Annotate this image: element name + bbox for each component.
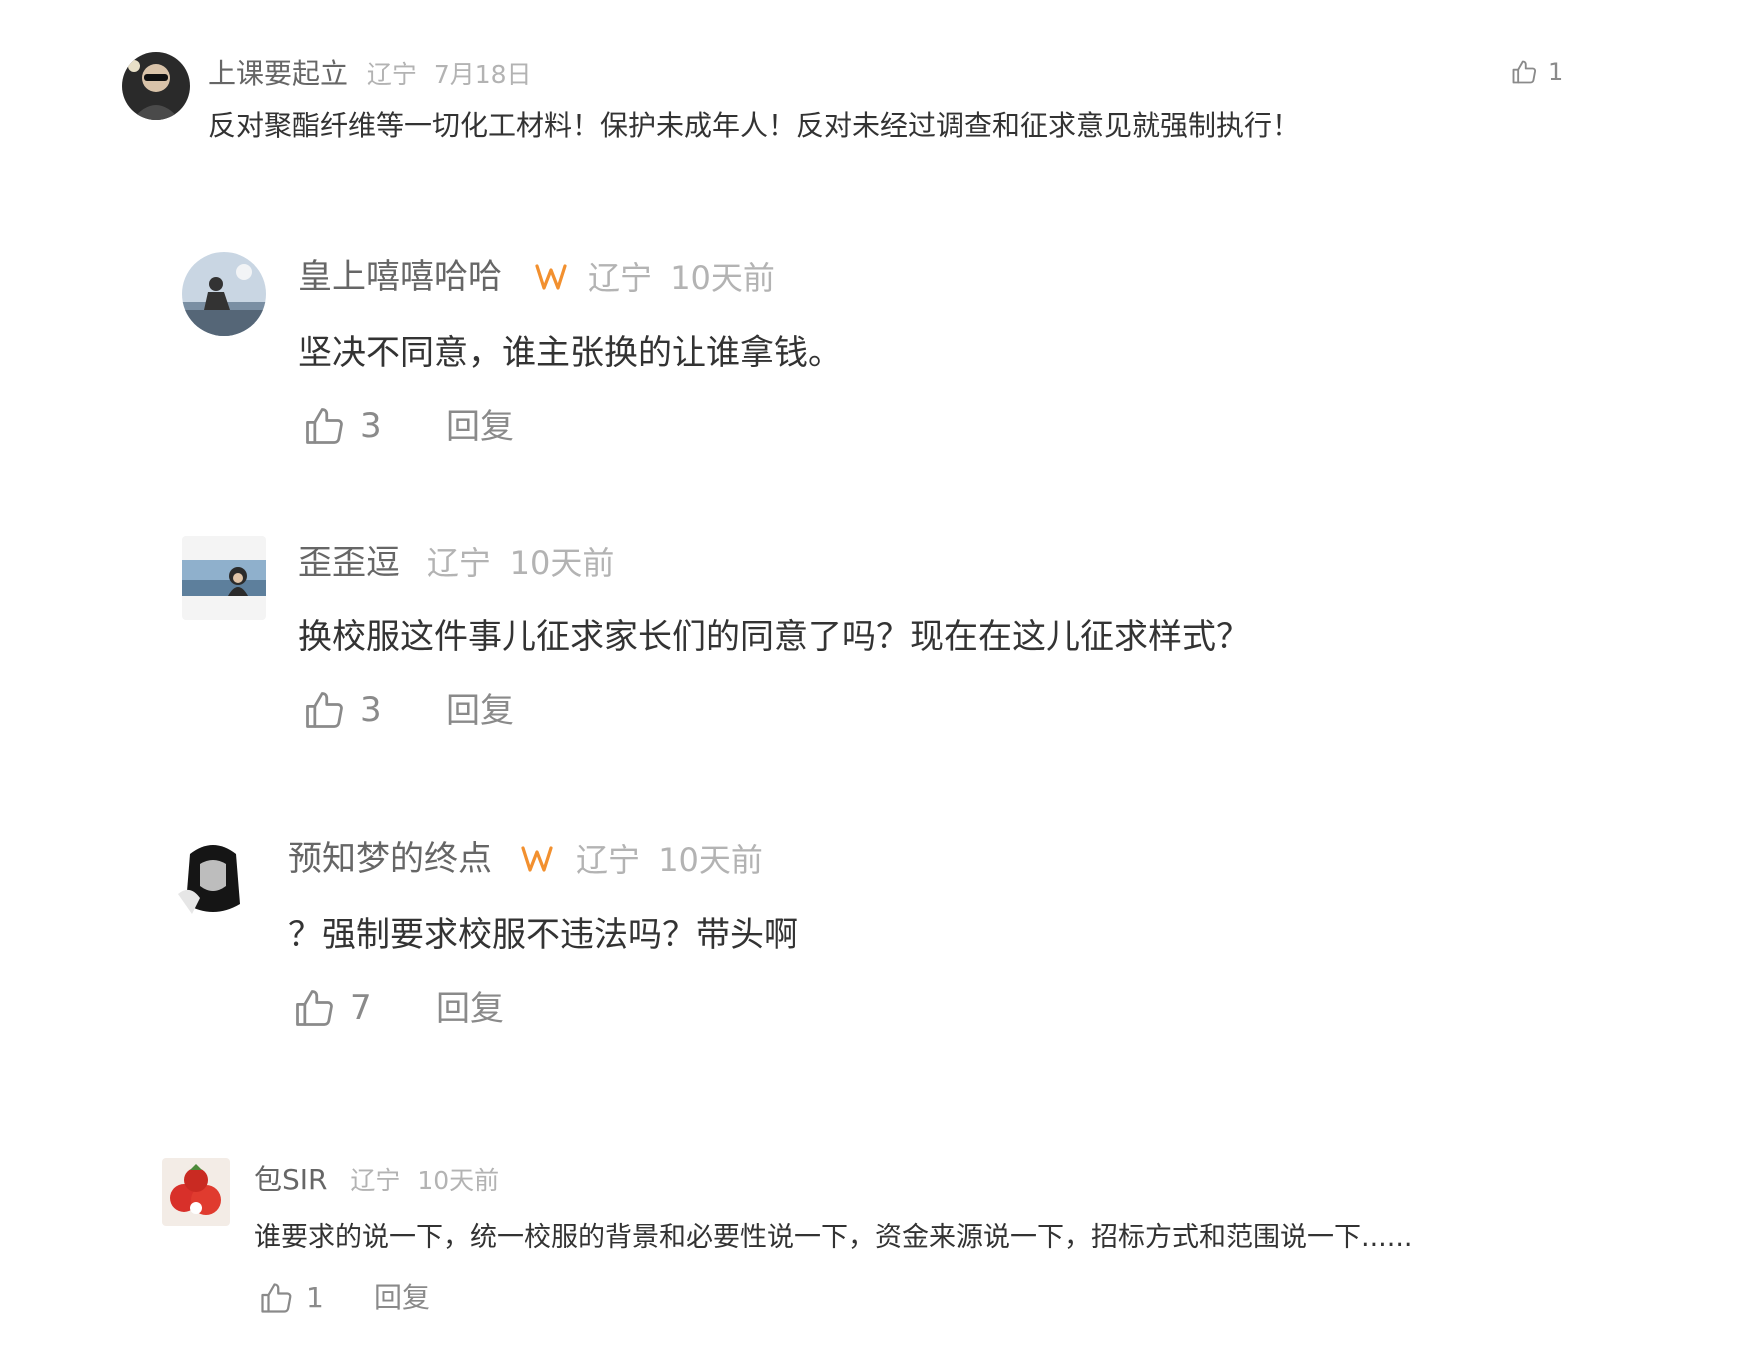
comment-text: 谁要求的说一下，统一校服的背景和必要性说一下，资金来源说一下，招标方式和范围说一…: [254, 1222, 1413, 1253]
username[interactable]: 上课要起立: [208, 57, 348, 90]
thumbs-up-icon: [1510, 58, 1538, 86]
like-button[interactable]: 1: [258, 1280, 324, 1316]
location: 辽宁: [576, 841, 641, 879]
reply-button[interactable]: 回复: [436, 992, 504, 1026]
like-count: 7: [350, 988, 372, 1028]
reply-button[interactable]: 回复: [446, 410, 514, 444]
timestamp: 10天前: [658, 841, 763, 879]
thumbs-up-icon: [292, 986, 336, 1030]
like-count: 1: [1548, 58, 1564, 86]
location: 辽宁: [588, 259, 653, 297]
comment-text: 换校服这件事儿征求家长们的同意了吗？现在在这儿征求样式？: [298, 617, 1250, 657]
like-button[interactable]: 1: [1510, 58, 1563, 86]
location: 辽宁: [366, 60, 417, 89]
reply-button[interactable]: 回复: [446, 694, 514, 728]
vip-badge-icon: [520, 844, 554, 874]
location: 辽宁: [426, 544, 491, 582]
username[interactable]: 预知梦的终点: [288, 839, 492, 879]
avatar[interactable]: [182, 536, 266, 620]
avatar[interactable]: [182, 252, 266, 336]
vip-badge-icon: [534, 262, 568, 292]
thumbs-up-icon: [302, 688, 346, 732]
like-button[interactable]: 7: [292, 986, 372, 1030]
like-count: 3: [360, 406, 382, 446]
thumbs-up-icon: [258, 1280, 294, 1316]
timestamp: 10天前: [417, 1166, 500, 1195]
username[interactable]: 歪歪逗: [298, 543, 400, 583]
avatar[interactable]: [170, 834, 256, 920]
like-count: 1: [306, 1281, 324, 1314]
username[interactable]: 皇上嘻嘻哈哈: [298, 257, 502, 297]
like-button[interactable]: 3: [302, 688, 382, 732]
comment-text: ？强制要求校服不违法吗？带头啊: [288, 915, 798, 955]
comment-text: 反对聚酯纤维等一切化工材料！保护未成年人！反对未经过调查和征求意见就强制执行！: [208, 109, 1301, 142]
location: 辽宁: [350, 1166, 401, 1195]
thumbs-up-icon: [302, 404, 346, 448]
reply-button[interactable]: 回复: [374, 1284, 430, 1312]
like-button[interactable]: 3: [302, 404, 382, 448]
avatar[interactable]: [162, 1158, 230, 1226]
comment-text: 坚决不同意，谁主张换的让谁拿钱。: [298, 333, 842, 373]
timestamp: 7月18日: [433, 60, 532, 89]
timestamp: 10天前: [509, 544, 615, 582]
like-count: 3: [360, 690, 382, 730]
avatar[interactable]: [122, 52, 190, 120]
timestamp: 10天前: [670, 259, 775, 297]
username[interactable]: 包SIR: [254, 1163, 328, 1196]
